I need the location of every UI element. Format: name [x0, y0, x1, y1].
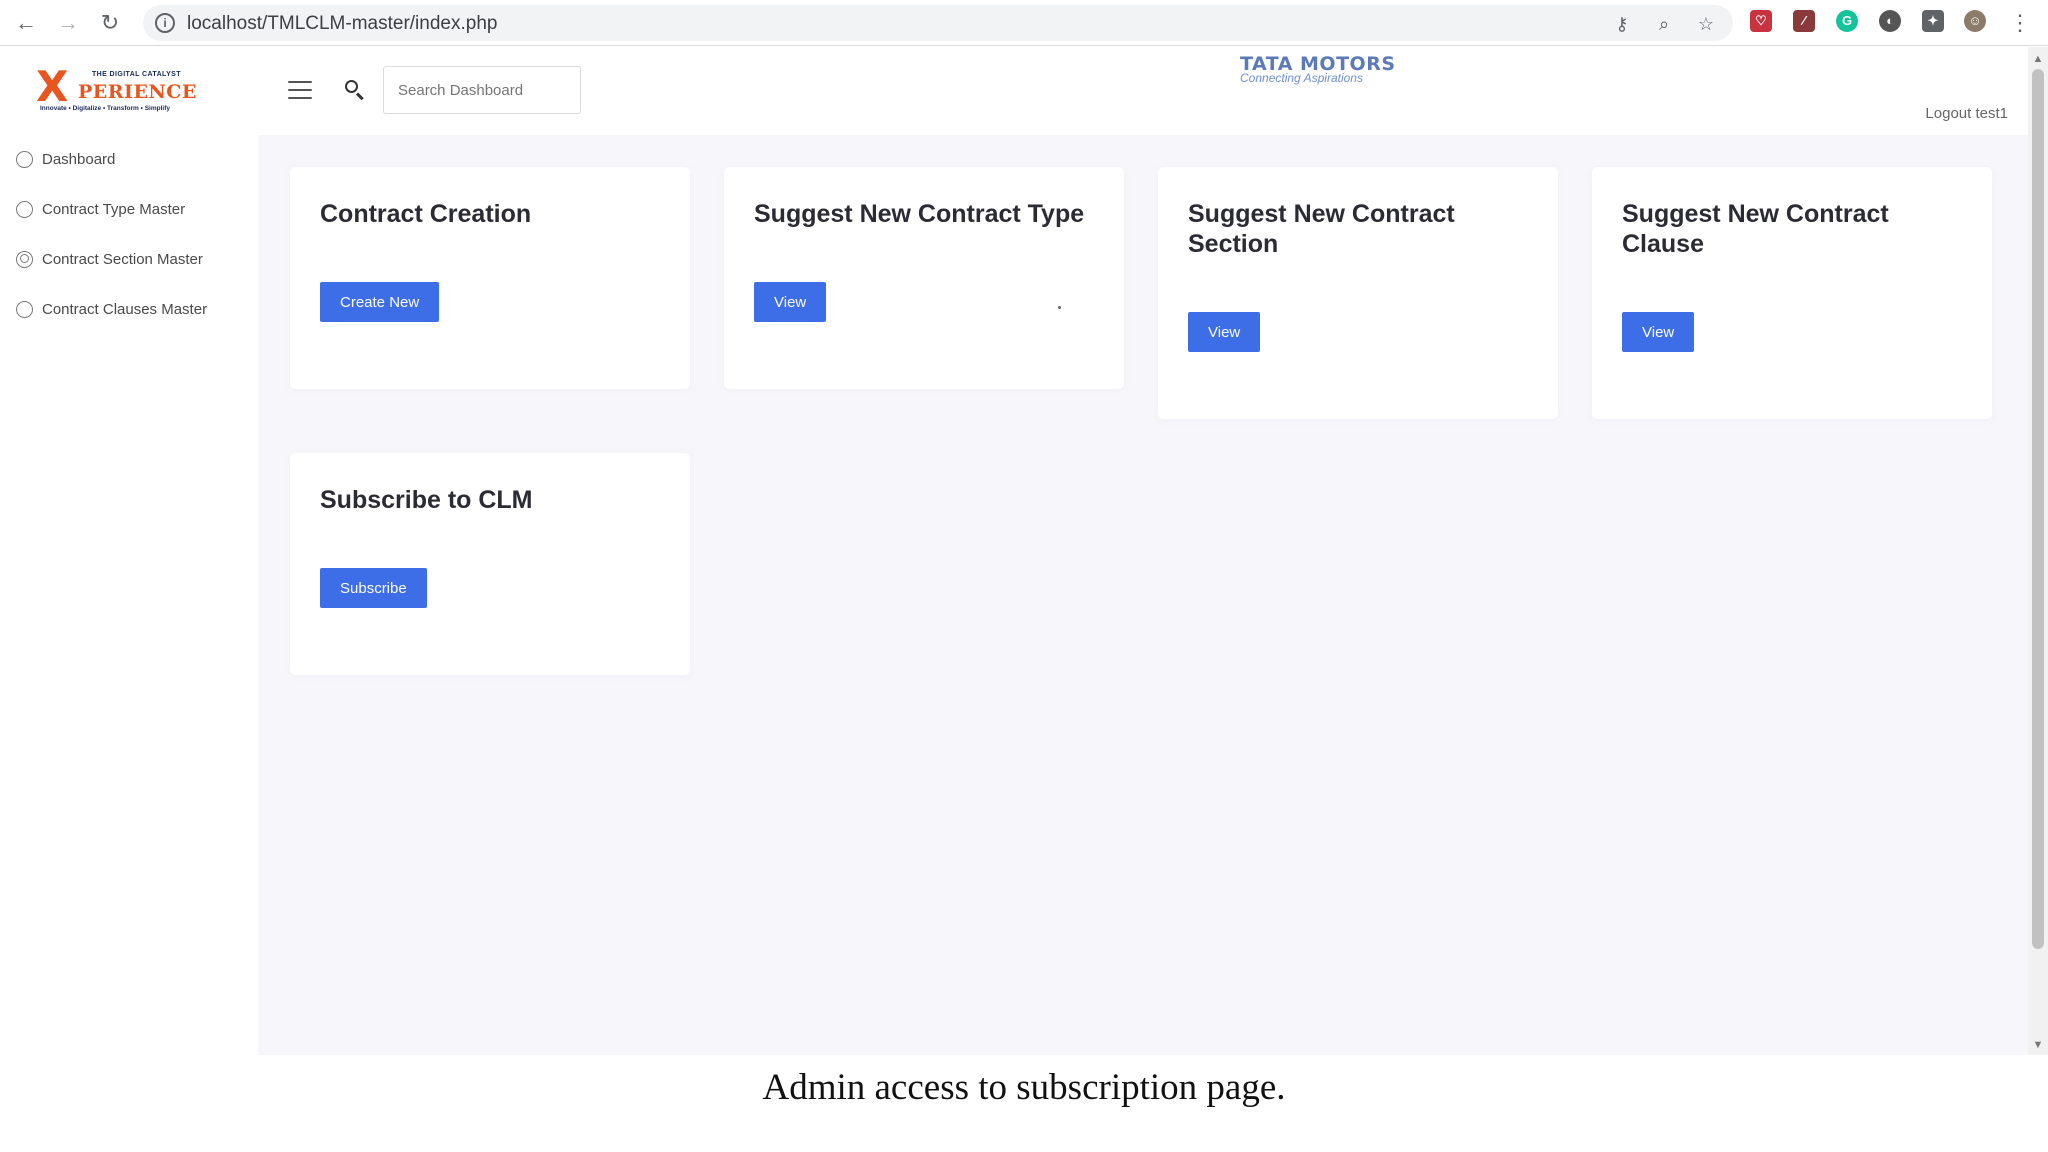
profile-avatar-icon[interactable]: ☺ [1964, 10, 1986, 32]
circle-extension-icon[interactable]: ◐ [1879, 10, 1901, 32]
view-contract-section-button[interactable]: View [1188, 312, 1261, 352]
top-header: TATA MOTORS Connecting Aspirations Logou… [258, 47, 2028, 135]
pdf-extension-icon[interactable]: ⁄ [1793, 10, 1815, 32]
browser-toolbar: ← → ↻ i localhost/TMLCLM-master/index.ph… [0, 0, 2048, 46]
puzzle-extensions-icon[interactable]: ✦ [1922, 10, 1944, 32]
view-contract-clause-button[interactable]: View [1622, 312, 1695, 352]
scroll-down-icon[interactable]: ▼ [2028, 1039, 2048, 1051]
scrollbar-thumb[interactable] [2032, 69, 2044, 949]
lightbulb-icon [16, 200, 33, 218]
forward-arrow-icon[interactable]: → [54, 9, 82, 37]
card-title: Subscribe to CLM [320, 486, 533, 514]
tata-motors-logo: TATA MOTORS Connecting Aspirations [1240, 53, 1430, 89]
dashboard-icon [16, 150, 33, 168]
card-suggest-contract-section: Suggest New Contract Section View [1158, 167, 1558, 419]
caption-text: Admin access to subscription page. [0, 1056, 2048, 1152]
address-bar[interactable]: i localhost/TMLCLM-master/index.php ⚷ ⌕ … [143, 5, 1733, 41]
card-contract-creation: Contract Creation Create New [290, 167, 690, 389]
subscribe-button[interactable]: Subscribe [320, 568, 427, 608]
card-title: Suggest New Contract Type [754, 200, 1085, 228]
page-scrollbar[interactable]: ▲ ▼ [2028, 47, 2048, 1055]
logo-tagline-bottom: Innovate • Digitalize • Transform • Simp… [40, 105, 170, 112]
view-contract-type-button[interactable]: View [754, 282, 827, 322]
pocket-extension-icon[interactable]: ♡ [1750, 10, 1772, 32]
user-icon [16, 250, 33, 268]
card-title: Suggest New Contract Section [1188, 200, 1455, 258]
app-body: X THE DIGITAL CATALYST PERIENCE Innovate… [0, 47, 2028, 1055]
search-icon[interactable] [344, 79, 366, 101]
cursor-dot [1058, 306, 1061, 309]
card-title: Contract Creation [320, 200, 532, 228]
lightbulb-icon [16, 300, 33, 318]
logo-word: PERIENCE [78, 81, 197, 103]
create-new-button[interactable]: Create New [320, 282, 440, 322]
card-subscribe-clm: Subscribe to CLM Subscribe [290, 453, 690, 675]
scroll-up-icon[interactable]: ▲ [2028, 53, 2048, 65]
sidebar-item-dashboard[interactable]: Dashboard [16, 146, 115, 172]
browser-menu-icon[interactable]: ⋮ [2006, 9, 2034, 37]
grammarly-extension-icon[interactable]: G [1836, 10, 1858, 32]
sidebar-item-label: Dashboard [42, 150, 116, 168]
xperience-logo[interactable]: X THE DIGITAL CATALYST PERIENCE Innovate… [36, 62, 196, 115]
card-suggest-contract-type: Suggest New Contract Type View [724, 167, 1124, 389]
sidebar-item-label: Contract Section Master [42, 250, 203, 268]
reload-icon[interactable]: ↻ [96, 9, 124, 37]
card-suggest-contract-clause: Suggest New Contract Clause View [1592, 167, 1992, 419]
info-icon[interactable]: i [155, 13, 175, 33]
sidebar: X THE DIGITAL CATALYST PERIENCE Innovate… [0, 47, 258, 1055]
logout-link[interactable]: Logout test1 [1925, 105, 2008, 122]
sidebar-item-label: Contract Type Master [42, 200, 186, 218]
sidebar-item-label: Contract Clauses Master [42, 300, 208, 318]
search-dashboard-input[interactable] [383, 66, 581, 114]
card-title: Suggest New Contract Clause [1622, 200, 1889, 258]
key-icon[interactable]: ⚷ [1611, 13, 1633, 35]
sidebar-item-contract-clauses-master[interactable]: Contract Clauses Master [16, 296, 207, 322]
star-icon[interactable]: ☆ [1695, 13, 1717, 35]
back-arrow-icon[interactable]: ← [12, 9, 40, 37]
brand-tagline: Connecting Aspirations [1240, 71, 1363, 85]
sidebar-item-contract-type-master[interactable]: Contract Type Master [16, 196, 185, 222]
sidebar-item-contract-section-master[interactable]: Contract Section Master [16, 246, 203, 272]
zoom-icon[interactable]: ⌕ [1653, 13, 1675, 35]
logo-mark: X [36, 62, 69, 111]
url-text[interactable]: localhost/TMLCLM-master/index.php [187, 13, 497, 35]
screenshot: ← → ↻ i localhost/TMLCLM-master/index.ph… [0, 0, 2048, 1152]
logo-tagline-top: THE DIGITAL CATALYST [92, 71, 181, 78]
hamburger-menu-icon[interactable] [288, 79, 314, 101]
